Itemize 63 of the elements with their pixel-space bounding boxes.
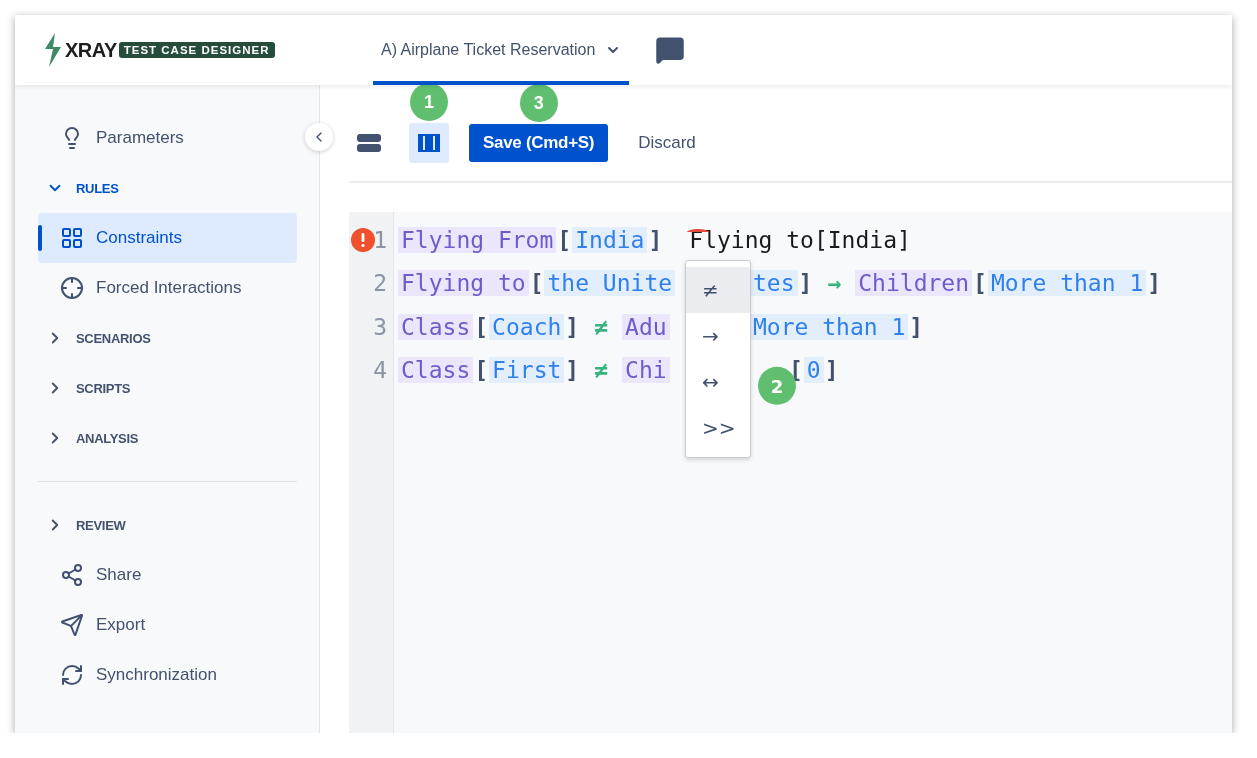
sidebar-item[interactable]: Forced Interactions xyxy=(38,263,297,313)
sidebar-item-icon xyxy=(60,613,84,637)
section-header[interactable]: SCENARIOS xyxy=(38,313,297,363)
code-bracket: [ xyxy=(972,270,988,297)
code-param: Class xyxy=(398,313,474,340)
code-value: India xyxy=(572,226,648,253)
operator-option[interactable]: ≠ xyxy=(686,267,750,313)
code-value: More than 1 xyxy=(750,313,909,340)
code-bracket: ] xyxy=(823,357,840,384)
step-marker: 1 xyxy=(410,83,448,121)
sidebar-item-icon xyxy=(60,663,84,687)
code-plain: Flying to[India] xyxy=(689,226,911,253)
code-param: Class xyxy=(398,357,474,384)
discard-button[interactable]: Discard xyxy=(628,133,706,153)
code-param: Flying From xyxy=(398,226,557,253)
comment-icon[interactable] xyxy=(655,35,686,65)
sidebar-item[interactable]: Parameters xyxy=(38,113,297,163)
code-bracket: [ xyxy=(473,357,490,384)
sidebar-item-icon xyxy=(60,563,84,587)
rows-view-icon xyxy=(357,133,381,153)
step-marker: 3 xyxy=(519,84,558,122)
code-bracket: ] xyxy=(647,226,664,253)
sidebar-item[interactable]: Export xyxy=(38,600,297,650)
logo-name: XRAY xyxy=(65,38,117,62)
logo-tagline: TEST CASE DESIGNER xyxy=(118,42,275,58)
code-bracket: ] xyxy=(564,313,581,340)
operator-option[interactable]: → xyxy=(686,313,750,359)
code-value: More than 1 xyxy=(987,270,1147,297)
sidebar-item[interactable]: Constraints xyxy=(38,213,297,263)
code-param: Children xyxy=(855,270,973,297)
columns-view-icon xyxy=(418,134,440,152)
code-bracket: [ xyxy=(473,313,490,340)
sidebar-item-icon xyxy=(60,226,84,250)
line-number: 2 xyxy=(373,270,387,297)
code-value: the Unite xyxy=(544,270,676,297)
code-value: 0 xyxy=(803,357,824,384)
section-header[interactable]: ANALYSIS xyxy=(38,413,297,463)
line-number: 3 xyxy=(373,313,387,340)
code-operator: → xyxy=(827,270,842,297)
code-param: Chi xyxy=(622,357,670,384)
code-value: First xyxy=(489,357,565,384)
code-bracket: ] xyxy=(797,270,814,297)
code-value: tes xyxy=(750,270,798,297)
code-operator: ≠ xyxy=(594,357,609,384)
sidebar-item[interactable]: Share xyxy=(38,550,297,600)
line-number: 4 xyxy=(373,357,387,384)
code-bracket: [ xyxy=(528,270,545,297)
sidebar-item-icon xyxy=(60,276,84,300)
code-param: Flying to xyxy=(398,270,529,297)
sidebar-item[interactable]: Synchronization xyxy=(38,650,297,700)
lightning-logo-icon xyxy=(43,33,63,67)
line-number: 1 xyxy=(373,226,387,253)
code-value: Coach xyxy=(489,313,565,340)
operator-option[interactable]: >> xyxy=(686,405,750,451)
code-operator: ≠ xyxy=(594,313,609,340)
code-bracket: [ xyxy=(556,226,573,253)
code-bracket: ] xyxy=(908,313,925,340)
section-header[interactable]: REVIEW xyxy=(38,500,297,550)
code-param: Adu xyxy=(622,313,670,340)
code-bracket: ] xyxy=(1146,270,1163,297)
section-header[interactable]: RULES xyxy=(38,163,297,213)
code-bracket: ] xyxy=(564,357,581,384)
section-header[interactable]: SCRIPTS xyxy=(38,363,297,413)
